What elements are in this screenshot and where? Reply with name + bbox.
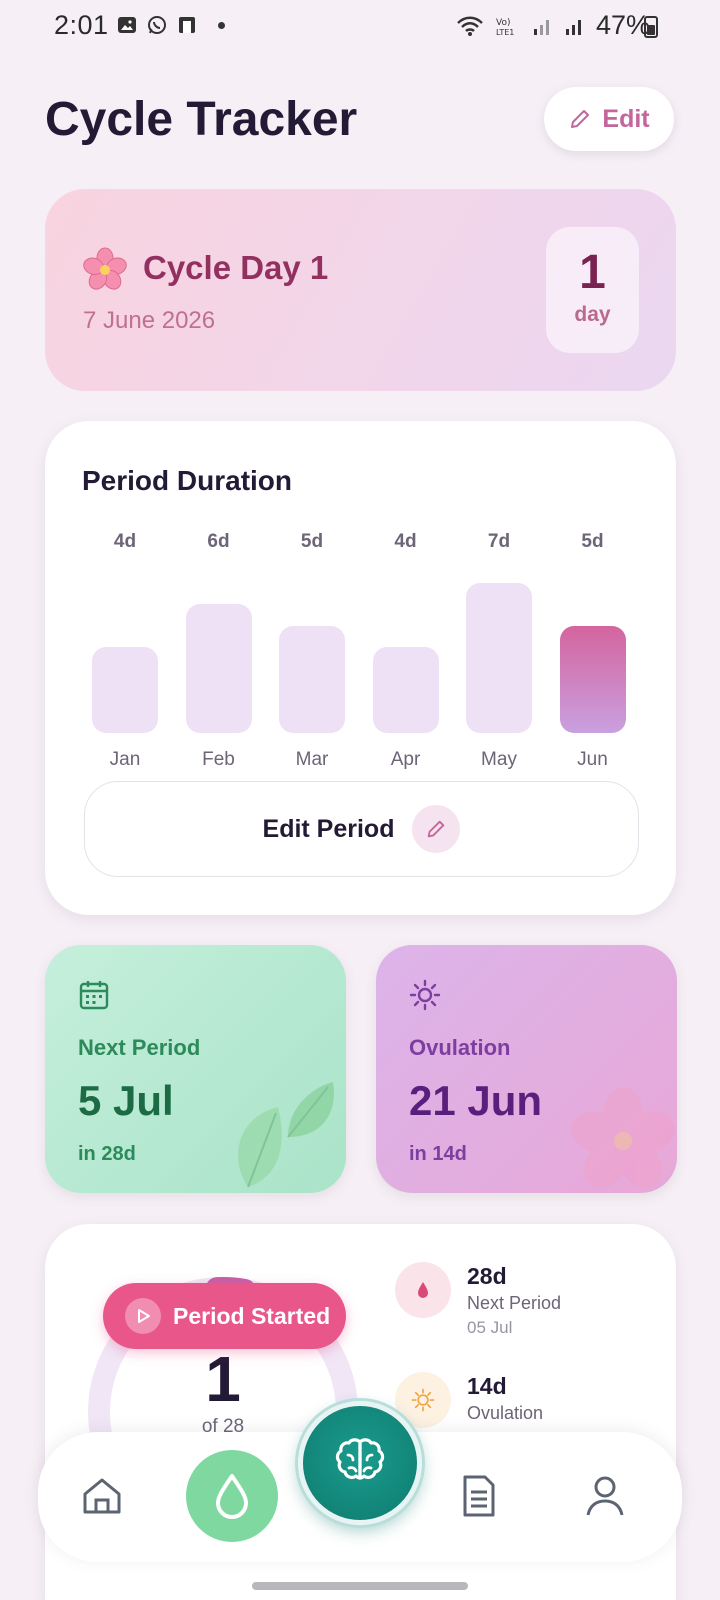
cherry-blossom-icon — [83, 247, 127, 290]
sun-icon — [411, 1388, 435, 1412]
sun-icon — [409, 979, 441, 1011]
next-period-stat: 28d Next Period 05 Jul — [395, 1262, 561, 1340]
gallery-icon — [118, 17, 136, 33]
drop-stat-icon-wrap — [395, 1262, 451, 1318]
next-period-stat-date: 05 Jul — [467, 1318, 513, 1337]
bar-value-label: 7d — [487, 531, 511, 552]
bar-feb[interactable] — [185, 604, 252, 733]
sim-icon — [179, 17, 195, 33]
edit-period-label: Edit Period — [262, 814, 395, 843]
profile-icon — [586, 1476, 624, 1516]
next-period-stat-label: Next Period — [467, 1293, 562, 1313]
bar-jun[interactable] — [559, 626, 626, 733]
next-period-countdown: in 28d — [78, 1143, 136, 1165]
nav-cycle[interactable] — [186, 1450, 278, 1542]
signal-icon-2 — [565, 19, 581, 35]
pencil-icon — [428, 820, 445, 838]
document-icon — [463, 1475, 495, 1517]
svg-text:Vo): Vo) — [496, 18, 510, 28]
status-bar: 2:01 Vo) LTE1 47% — [0, 0, 720, 52]
cycle-date: 7 June 2026 — [83, 307, 216, 334]
bar-value-label: 6d — [207, 531, 230, 552]
next-period-stat-text: 28d Next Period 05 Jul — [467, 1262, 561, 1340]
pencil-icon — [571, 110, 590, 128]
brain-icon — [335, 1438, 385, 1480]
signal-icon-1 — [533, 19, 549, 35]
svg-text:LTE1: LTE1 — [496, 28, 514, 37]
next-period-stat-value: 28d — [467, 1263, 507, 1289]
flower-decoration-icon — [570, 1087, 676, 1188]
bar-value-label: 4d — [113, 531, 137, 552]
ovulation-label: Ovulation — [409, 1035, 511, 1060]
period-started-button[interactable]: Period Started — [103, 1283, 346, 1349]
bar-month-label: Jun — [577, 749, 608, 770]
battery-icon — [644, 16, 658, 38]
bar-mar[interactable] — [279, 626, 345, 733]
bar-value-label: 4d — [394, 531, 417, 552]
ovulation-stat-label: Ovulation — [467, 1403, 544, 1423]
bar-column-jun: 5d Jun — [559, 531, 626, 771]
bar-column-jan: 4d Jan — [92, 531, 158, 771]
bar-jan[interactable] — [92, 647, 158, 733]
day-counter: 1 day — [546, 227, 639, 353]
day-counter-number: 1 — [579, 246, 606, 299]
page-title: Cycle Tracker — [45, 93, 358, 146]
ovulation-card[interactable]: Ovulation 21 Jun in 14d — [376, 945, 677, 1193]
leaf-decoration-icon — [238, 1082, 334, 1188]
edit-period-button[interactable]: Edit Period — [84, 781, 639, 877]
ring-day-number: 1 — [205, 1343, 241, 1415]
ovulation-countdown: in 14d — [409, 1143, 467, 1165]
ovulation-stat-text: 14d Ovulation — [467, 1372, 543, 1428]
more-notifications-dot — [218, 21, 225, 29]
bar-month-label: Jan — [109, 749, 141, 770]
bar-column-feb: 6d Feb — [185, 531, 252, 771]
ovulation-stat-value: 14d — [467, 1373, 507, 1399]
play-icon-wrap — [125, 1298, 161, 1334]
drop-icon — [216, 1474, 248, 1519]
bar-column-mar: 5d Mar — [279, 531, 345, 771]
home-indicator[interactable] — [252, 1582, 468, 1590]
bar-month-label: Feb — [202, 749, 235, 770]
whatsapp-icon — [148, 16, 166, 34]
system-icons: Vo) LTE1 47% — [456, 10, 650, 41]
bar-month-label: Mar — [295, 749, 329, 770]
period-duration-chart: 4d Jan 6d Feb 5d Mar 4d Apr 7d May 5d Jun — [92, 531, 632, 771]
nav-profile[interactable] — [575, 1466, 635, 1526]
ovulation-stat: 14d Ovulation — [395, 1372, 543, 1428]
day-counter-unit: day — [574, 303, 611, 326]
home-icon — [83, 1478, 121, 1514]
blood-drop-icon — [418, 1282, 428, 1298]
nav-home[interactable] — [72, 1466, 132, 1526]
edit-button-label: Edit — [602, 104, 650, 133]
battery-percentage: 47% — [595, 10, 650, 40]
status-time: 2:01 — [54, 10, 109, 40]
play-icon — [138, 1309, 150, 1323]
edit-button[interactable]: Edit — [544, 87, 674, 151]
cycle-day-title: Cycle Day 1 — [143, 249, 329, 286]
cycle-day-card: Cycle Day 1 7 June 2026 1 day — [45, 189, 676, 391]
edit-period-icon-wrap — [412, 805, 461, 853]
period-duration-card: Period Duration 4d Jan 6d Feb 5d Mar 4d Apr 7d Ma… — [45, 421, 676, 915]
period-started-label: Period Started — [173, 1302, 331, 1329]
bar-month-label: Apr — [390, 749, 421, 770]
bar-month-label: May — [481, 749, 517, 770]
next-period-label: Next Period — [78, 1035, 201, 1060]
next-period-card[interactable]: Next Period 5 Jul in 28d — [45, 945, 346, 1193]
wifi-icon — [457, 16, 483, 36]
bar-column-may: 7d May — [466, 531, 532, 771]
notification-icons — [116, 14, 225, 36]
bar-column-apr: 4d Apr — [372, 531, 439, 771]
ai-assistant-button[interactable] — [298, 1401, 422, 1525]
calendar-icon — [79, 981, 109, 1010]
bar-value-label: 5d — [581, 531, 604, 552]
bar-may[interactable] — [466, 583, 532, 733]
next-period-date: 5 Jul — [78, 1077, 174, 1124]
nav-notes[interactable] — [449, 1466, 509, 1526]
bar-apr[interactable] — [372, 647, 439, 733]
ovulation-date: 21 Jun — [409, 1077, 543, 1124]
period-duration-title: Period Duration — [82, 465, 293, 496]
volte-icon: Vo)LTE1 — [496, 18, 514, 37]
bar-value-label: 5d — [300, 531, 324, 552]
